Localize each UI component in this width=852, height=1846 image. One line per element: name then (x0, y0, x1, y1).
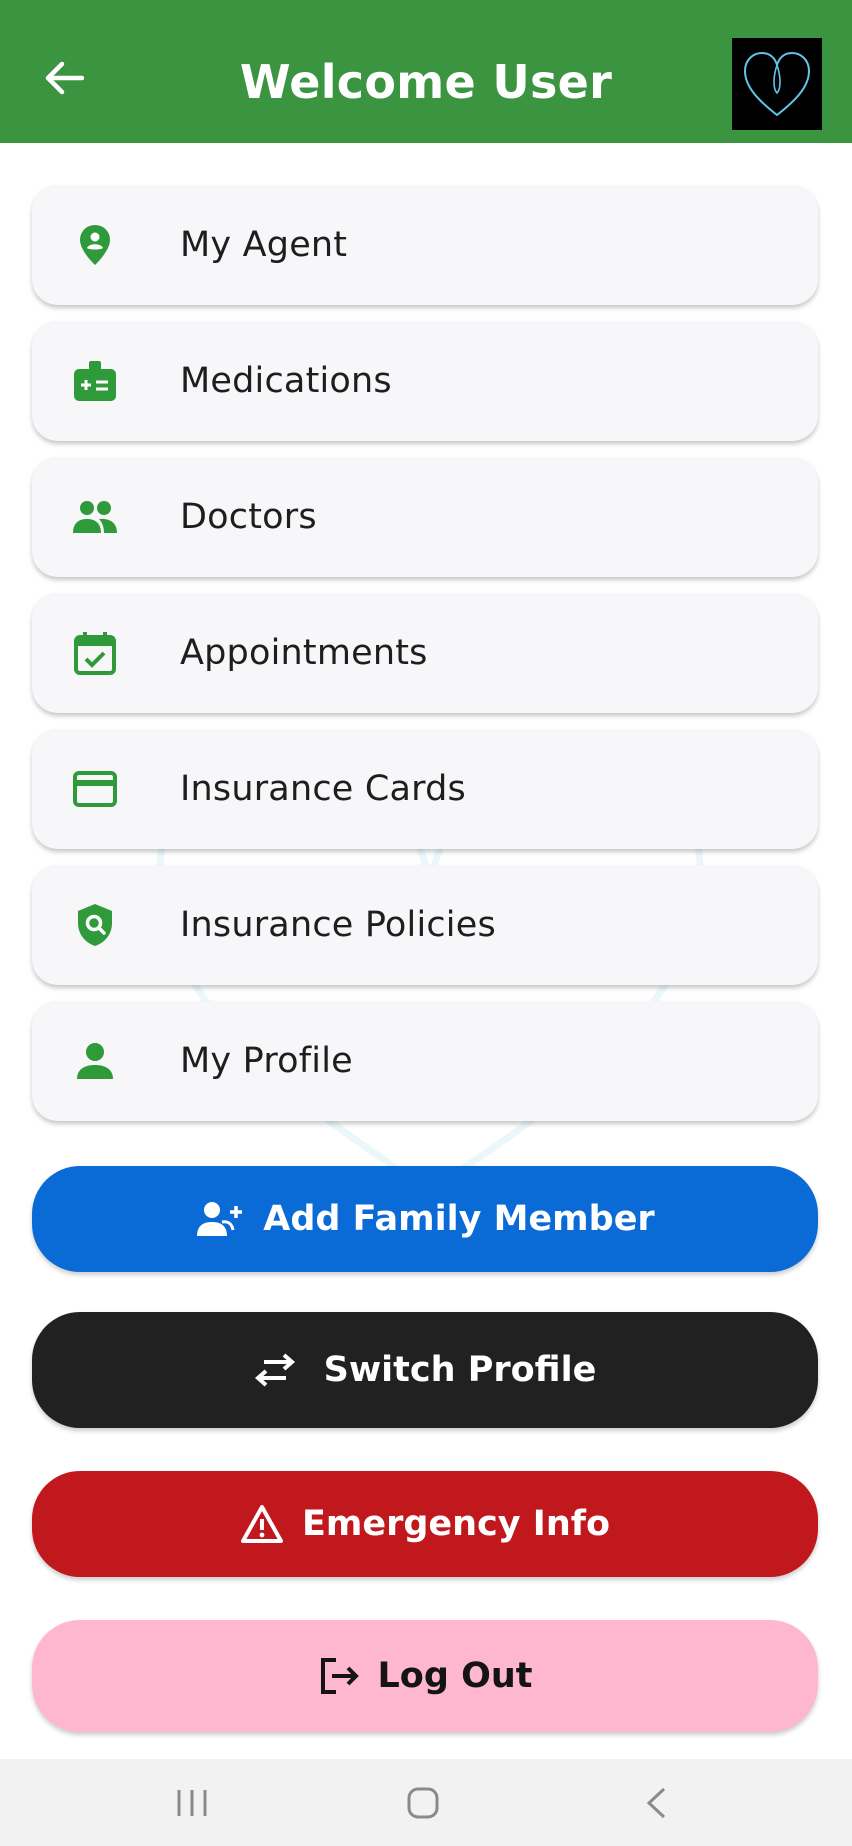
system-back-button[interactable] (596, 1759, 716, 1846)
system-nav-bar (0, 1759, 852, 1846)
menu-label: My Profile (180, 1041, 353, 1081)
menu-item-insurance-policies[interactable]: Insurance Policies (32, 865, 818, 985)
home-button[interactable] (363, 1759, 483, 1846)
recent-apps-button[interactable] (132, 1759, 252, 1846)
people-icon (70, 492, 120, 542)
warning-icon (240, 1504, 284, 1544)
menu-item-insurance-cards[interactable]: Insurance Cards (32, 729, 818, 849)
menu-item-my-profile[interactable]: My Profile (32, 1001, 818, 1121)
switch-profile-button[interactable]: Switch Profile (32, 1312, 818, 1428)
log-out-label: Log Out (377, 1656, 533, 1696)
home-icon (407, 1787, 439, 1818)
menu-item-medications[interactable]: Medications (32, 321, 818, 441)
location-person-icon (70, 220, 120, 270)
calendar-check-icon (70, 628, 120, 678)
shield-search-icon (70, 900, 120, 950)
menu-label: Medications (180, 361, 392, 401)
menu-label: My Agent (180, 225, 348, 265)
switch-profile-label: Switch Profile (323, 1350, 597, 1390)
emergency-info-button[interactable]: Emergency Info (32, 1471, 818, 1577)
medical-kit-icon (70, 356, 120, 406)
credit-card-icon (70, 764, 120, 814)
add-family-member-label: Add Family Member (263, 1199, 655, 1239)
page-title: Welcome User (239, 55, 613, 109)
emergency-info-label: Emergency Info (301, 1504, 611, 1544)
menu-item-doctors[interactable]: Doctors (32, 457, 818, 577)
add-family-member-button[interactable]: Add Family Member (32, 1166, 818, 1272)
menu-item-my-agent[interactable]: My Agent (32, 185, 818, 305)
menu-label: Doctors (180, 497, 317, 537)
log-out-button[interactable]: Log Out (32, 1620, 818, 1732)
menu-label: Insurance Policies (180, 905, 496, 945)
menu-label: Insurance Cards (180, 769, 466, 809)
menu-label: Appointments (180, 633, 428, 673)
person-icon (70, 1036, 120, 1086)
chevron-left-icon (646, 1787, 666, 1818)
menu-item-appointments[interactable]: Appointments (32, 593, 818, 713)
logout-icon (318, 1656, 360, 1696)
swap-arrows-icon (254, 1353, 296, 1387)
person-add-icon (195, 1200, 245, 1238)
recent-apps-icon (177, 1789, 207, 1816)
